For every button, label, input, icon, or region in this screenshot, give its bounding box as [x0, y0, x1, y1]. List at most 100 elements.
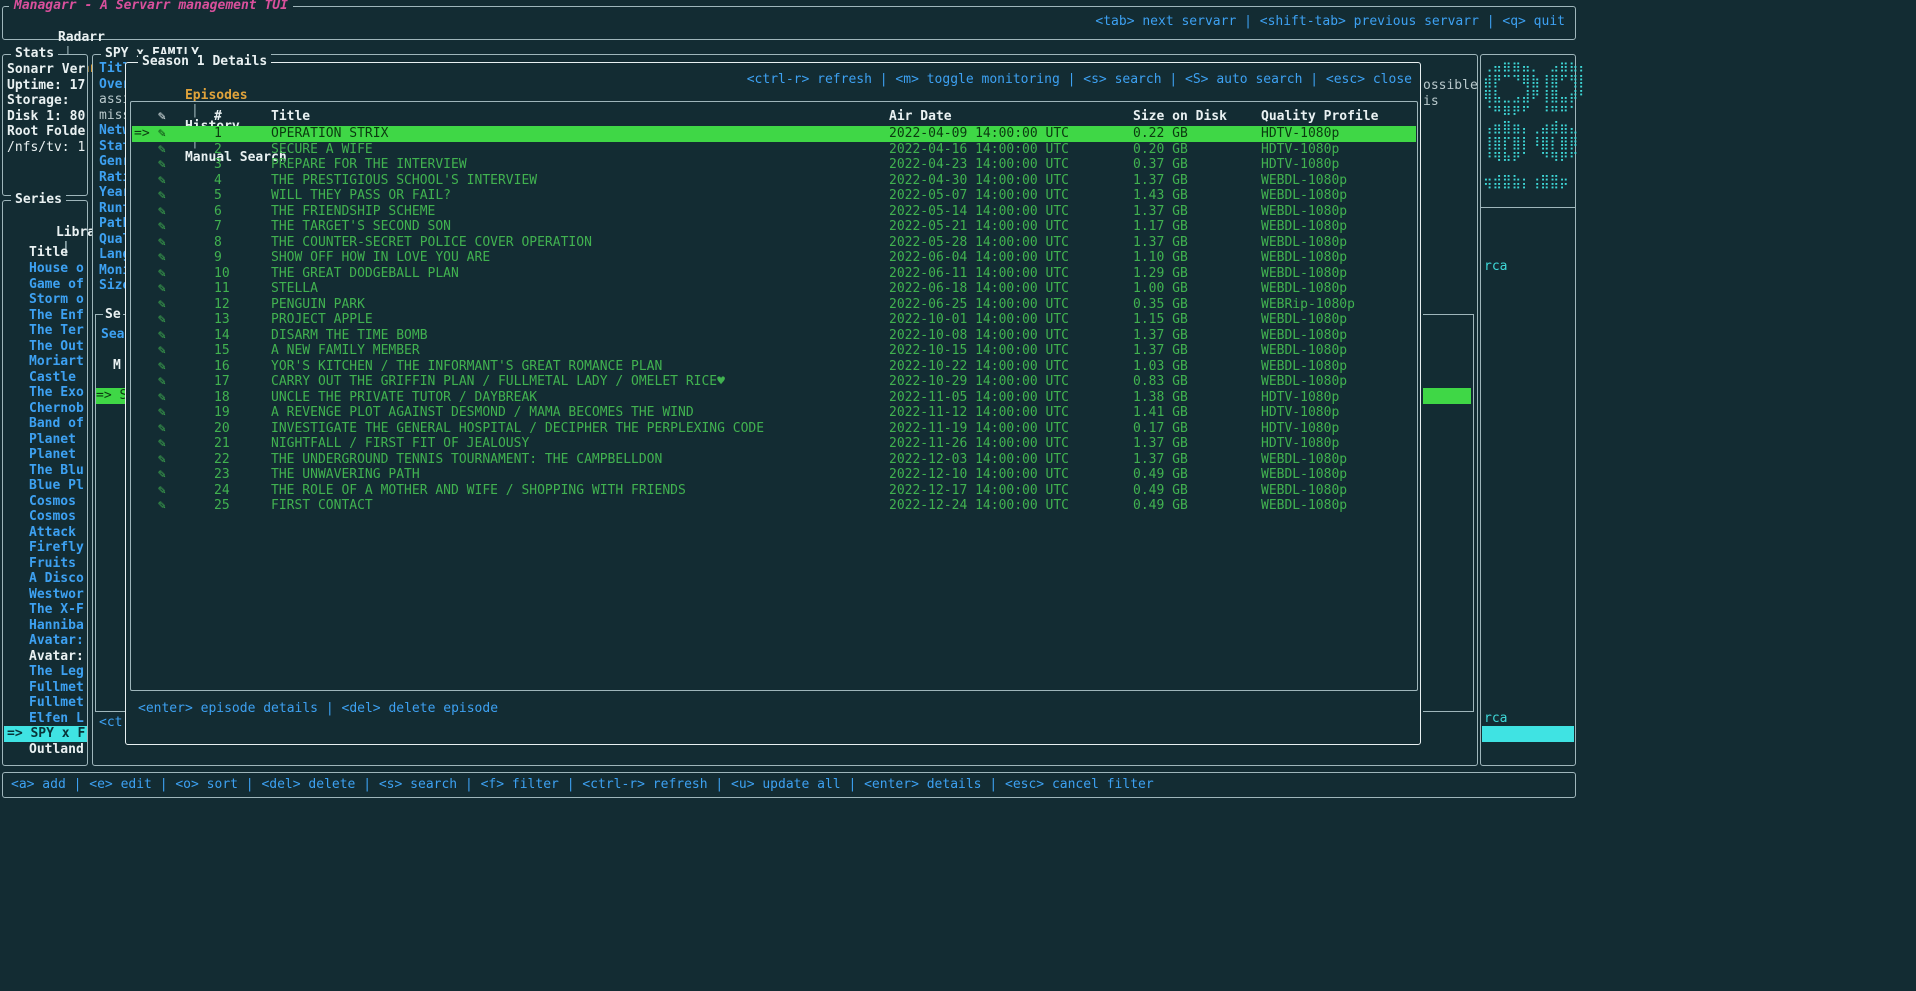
series-item-planet[interactable]: Planet — [4, 447, 87, 463]
episode-row-17[interactable]: ✎17CARRY OUT THE GRIFFIN PLAN / FULLMETA… — [132, 374, 1416, 390]
episode-row-4[interactable]: ✎4THE PRESTIGIOUS SCHOOL'S INTERVIEW2022… — [132, 173, 1416, 189]
series-item-fullmet[interactable]: Fullmet — [4, 680, 87, 696]
episode-number: 25 — [214, 498, 230, 514]
logo-art-line: ⣾⡟⠉⠙⢿⣷⢸⣿⠋⢻⡇ — [1483, 74, 1588, 90]
series-item-house-o[interactable]: House o — [4, 261, 87, 277]
series-item-outland[interactable]: Outland — [4, 742, 87, 758]
episode-title: THE FRIENDSHIP SCHEME — [271, 204, 435, 220]
series-item-elfen-l[interactable]: Elfen L — [4, 711, 87, 727]
series-item-storm-o[interactable]: Storm o — [4, 292, 87, 308]
series-item-attack[interactable]: Attack — [4, 525, 87, 541]
episode-row-20[interactable]: ✎20INVESTIGATE THE GENERAL HOSPITAL / DE… — [132, 421, 1416, 437]
episode-quality: WEBDL-1080p — [1261, 467, 1347, 483]
series-item-moriart[interactable]: Moriart — [4, 354, 87, 370]
episode-row-12[interactable]: ✎12PENGUIN PARK2022-06-25 14:00:00 UTC0.… — [132, 297, 1416, 313]
episode-quality: WEBDL-1080p — [1261, 483, 1347, 499]
episode-number: 22 — [214, 452, 230, 468]
episode-size: 0.20 GB — [1133, 142, 1188, 158]
episode-row-5[interactable]: ✎5WILL THEY PASS OR FAIL?2022-05-07 14:0… — [132, 188, 1416, 204]
column-header-: # — [214, 109, 222, 125]
logo-art-line: ⢿⣧⣀⣠⣼⠟⢸⣿⣤⡾⠃ — [1483, 89, 1588, 105]
episode-row-2[interactable]: ✎2SECURE A WIFE2022-04-16 14:00:00 UTC0.… — [132, 142, 1416, 158]
series-item-blue-pl[interactable]: Blue Pl — [4, 478, 87, 494]
series-item-a-disco[interactable]: A Disco — [4, 571, 87, 587]
monitored-icon: ✎ — [158, 452, 166, 468]
episode-row-7[interactable]: ✎7THE TARGET'S SECOND SON2022-05-21 14:0… — [132, 219, 1416, 235]
monitored-icon: ✎ — [158, 297, 166, 313]
episode-row-8[interactable]: ✎8THE COUNTER-SECRET POLICE COVER OPERAT… — [132, 235, 1416, 251]
series-item-avatar[interactable]: Avatar: — [4, 633, 87, 649]
episode-size: 1.43 GB — [1133, 188, 1188, 204]
episode-air-date: 2022-04-30 14:00:00 UTC — [889, 173, 1069, 189]
episode-air-date: 2022-10-29 14:00:00 UTC — [889, 374, 1069, 390]
series-item-chernob[interactable]: Chernob — [4, 401, 87, 417]
episode-row-22[interactable]: ✎ 22 THE UNDERGROUND TENNIS TOURNAMENT: TH… — [132, 452, 1416, 468]
season-details-keybinds: <ctrl-r> refresh | <m> toggle monitoring… — [747, 72, 1412, 88]
series-item-the-enf[interactable]: The Enf — [4, 308, 87, 324]
episode-size: 1.38 GB — [1133, 390, 1188, 406]
episode-size: 0.83 GB — [1133, 374, 1188, 390]
monitored-icon: ✎ — [158, 421, 166, 437]
episode-row-23[interactable]: ✎23THE UNWAVERING PATH2022-12-10 14:00:0… — [132, 467, 1416, 483]
episode-air-date: 2022-06-25 14:00:00 UTC — [889, 297, 1069, 313]
series-item-planet[interactable]: Planet — [4, 432, 87, 448]
episode-quality: HDTV-1080p — [1261, 421, 1339, 437]
series-item-game-of[interactable]: Game of — [4, 277, 87, 293]
series-item-spy-x-f[interactable]: => SPY x F — [4, 726, 87, 742]
episode-row-1[interactable]: =>✎1OPERATION STRIX2022-04-09 14:00:00 U… — [132, 126, 1416, 142]
episode-quality: WEBDL-1080p — [1261, 452, 1347, 468]
series-item-cosmos[interactable]: Cosmos — [4, 494, 87, 510]
episode-row-24[interactable]: ✎24THE ROLE OF A MOTHER AND WIFE / SHOPP… — [132, 483, 1416, 499]
episode-row-16[interactable]: ✎16YOR'S KITCHEN / THE INFORMANT'S GREAT… — [132, 359, 1416, 375]
episode-row-14[interactable]: ✎14DISARM THE TIME BOMB2022-10-08 14:00:… — [132, 328, 1416, 344]
series-field-fragment: Ratin — [99, 170, 126, 186]
monitored-icon: ✎ — [158, 235, 166, 251]
seasons-box-border-left — [95, 314, 96, 712]
episode-size: 1.03 GB — [1133, 359, 1188, 375]
series-item-cosmos[interactable]: Cosmos — [4, 509, 87, 525]
episode-number: 12 — [214, 297, 230, 313]
episode-row-3[interactable]: ✎3PREPARE FOR THE INTERVIEW2022-04-23 14… — [132, 157, 1416, 173]
series-fields: TitleOvervassigmissiNetwoStatuGenreRatin… — [99, 61, 126, 294]
episode-title: A REVENGE PLOT AGAINST DESMOND / MAMA BE… — [271, 405, 694, 421]
episode-number: 2 — [214, 142, 222, 158]
series-item-avatar[interactable]: Avatar: — [4, 649, 87, 665]
series-item-the-exo[interactable]: The Exo — [4, 385, 87, 401]
series-item-the-blu[interactable]: The Blu — [4, 463, 87, 479]
series-item-firefly[interactable]: Firefly — [4, 540, 87, 556]
episode-row-15[interactable]: ✎15A NEW FAMILY MEMBER2022-10-15 14:00:0… — [132, 343, 1416, 359]
series-item-the-out[interactable]: The Out — [4, 339, 87, 355]
bottom-keybinds: <a> add | <e> edit | <o> sort | <del> de… — [11, 777, 1154, 793]
episode-title: THE UNDERGROUND TENNIS TOURNAMENT: THE C… — [271, 452, 662, 468]
monitored-icon: ✎ — [158, 498, 166, 514]
series-item-fruits[interactable]: Fruits — [4, 556, 87, 572]
tab-radarr[interactable]: Radarr — [58, 30, 105, 45]
series-item-westwor[interactable]: Westwor — [4, 587, 87, 603]
episode-row-11[interactable]: ✎11STELLA2022-06-18 14:00:00 UTC1.00 GBW… — [132, 281, 1416, 297]
episode-row-21[interactable]: ✎21NIGHTFALL / FIRST FIT OF JEALOUSY2022… — [132, 436, 1416, 452]
series-item-hanniba[interactable]: Hanniba — [4, 618, 87, 634]
episode-row-10[interactable]: ✎10THE GREAT DODGEBALL PLAN2022-06-11 14… — [132, 266, 1416, 282]
episode-row-19[interactable]: ✎19A REVENGE PLOT AGAINST DESMOND / MAMA… — [132, 405, 1416, 421]
episode-size: 1.37 GB — [1133, 173, 1188, 189]
episode-quality: HDTV-1080p — [1261, 436, 1339, 452]
monitored-icon: ✎ — [158, 126, 166, 142]
episode-row-9[interactable]: ✎9SHOW OFF HOW IN LOVE YOU ARE2022-06-04… — [132, 250, 1416, 266]
series-item-castle[interactable]: Castle — [4, 370, 87, 386]
episode-quality: WEBDL-1080p — [1261, 235, 1347, 251]
selected-season-row-fragment-left[interactable]: => S — [96, 388, 126, 404]
episode-row-13[interactable]: ✎13PROJECT APPLE2022-10-01 14:00:00 UTC1… — [132, 312, 1416, 328]
episode-air-date: 2022-12-24 14:00:00 UTC — [889, 498, 1069, 514]
episode-air-date: 2022-05-07 14:00:00 UTC — [889, 188, 1069, 204]
monitored-icon: ✎ — [158, 312, 166, 328]
episode-quality: HDTV-1080p — [1261, 390, 1339, 406]
series-item-the-ter[interactable]: The Ter — [4, 323, 87, 339]
series-item-the-leg[interactable]: The Leg — [4, 664, 87, 680]
series-item-the-x-f[interactable]: The X-F — [4, 602, 87, 618]
episode-air-date: 2022-11-05 14:00:00 UTC — [889, 390, 1069, 406]
series-item-fullmet[interactable]: Fullmet — [4, 695, 87, 711]
episode-row-6[interactable]: ✎6THE FRIENDSHIP SCHEME2022-05-14 14:00:… — [132, 204, 1416, 220]
episode-row-18[interactable]: ✎18UNCLE THE PRIVATE TUTOR / DAYBREAK202… — [132, 390, 1416, 406]
series-item-band-of[interactable]: Band of — [4, 416, 87, 432]
episode-row-25[interactable]: ✎25FIRST CONTACT2022-12-24 14:00:00 UTC0… — [132, 498, 1416, 514]
